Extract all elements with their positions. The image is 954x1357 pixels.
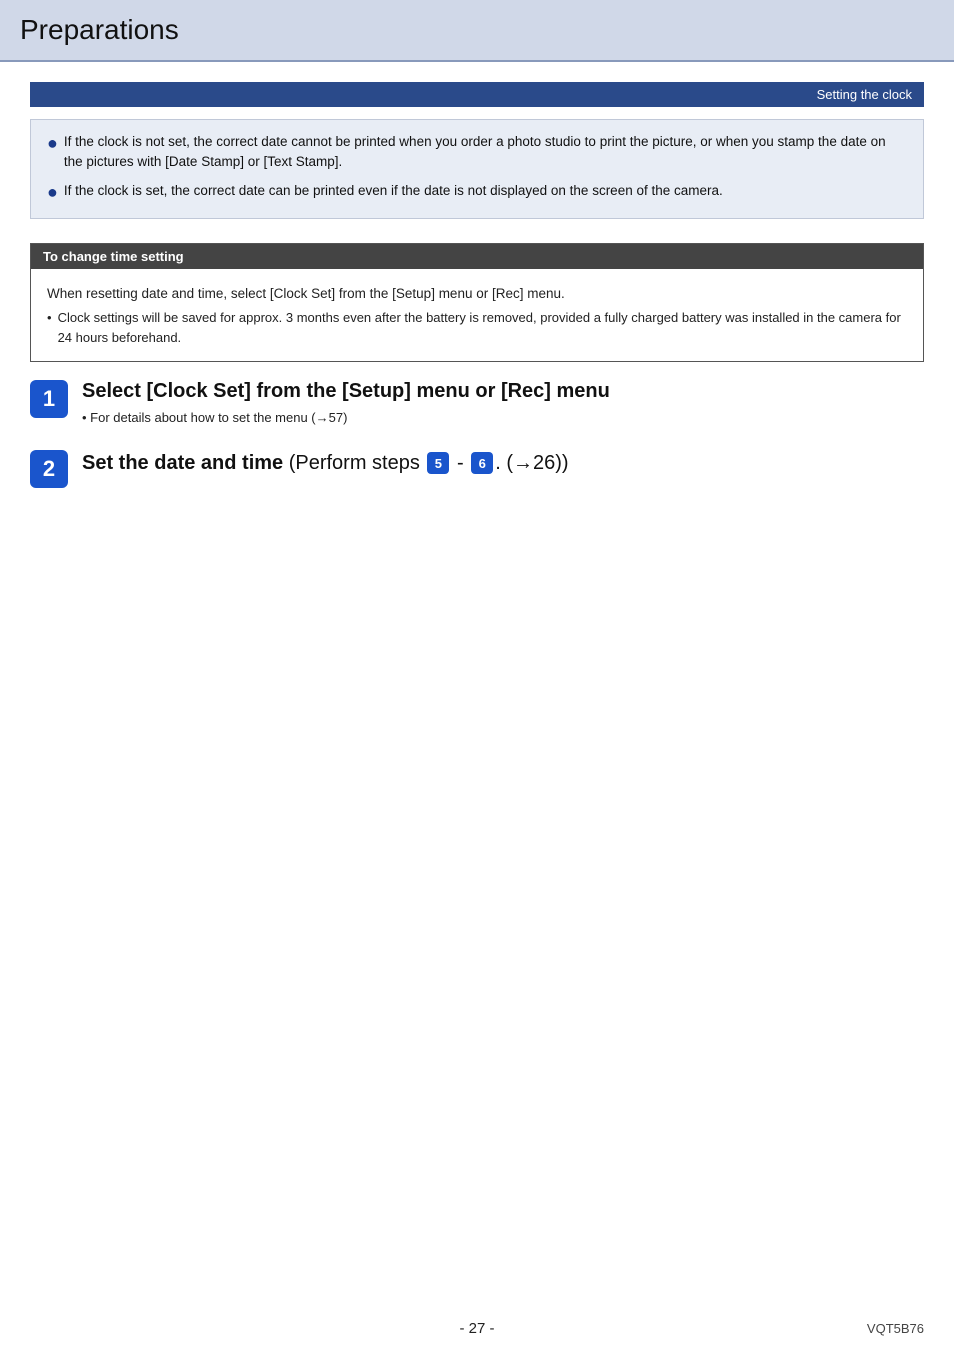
step-2-badge-1: 5 <box>427 452 449 474</box>
step-2-title-prefix: Set the date and time <box>82 452 283 474</box>
change-time-description: When resetting date and time, select [Cl… <box>47 283 907 305</box>
page-footer: - 27 - VQT5B76 <box>0 1320 954 1337</box>
note-text-1: If the clock is not set, the correct dat… <box>64 132 907 173</box>
change-time-box: To change time setting When resetting da… <box>30 243 924 363</box>
step-1-number: 1 <box>30 380 68 418</box>
sub-note-text: Clock settings will be saved for approx.… <box>58 308 907 347</box>
main-content: Setting the clock ● If the clock is not … <box>0 62 954 568</box>
section-label-text: Setting the clock <box>817 87 912 102</box>
page-header: Preparations <box>0 0 954 62</box>
step-1-sub: • For details about how to set the menu … <box>82 408 924 428</box>
step-1-container: 1 Select [Clock Set] from the [Setup] me… <box>30 378 924 428</box>
step-1-sub-text: • For details about how to set the menu … <box>82 410 347 425</box>
step-2-number: 2 <box>30 450 68 488</box>
sub-note-bullet: • <box>47 308 52 328</box>
step-2-between: - <box>451 452 469 474</box>
footer-page-number: - 27 - <box>30 1320 924 1337</box>
step-2-container: 2 Set the date and time (Perform steps 5… <box>30 448 924 488</box>
note-text-2: If the clock is set, the correct date ca… <box>64 181 723 201</box>
change-time-sub-note: • Clock settings will be saved for appro… <box>47 308 907 347</box>
step-1-content: Select [Clock Set] from the [Setup] menu… <box>82 378 924 428</box>
change-time-body: When resetting date and time, select [Cl… <box>31 269 923 362</box>
step-2-content: Set the date and time (Perform steps 5 -… <box>82 448 924 478</box>
step-2-title-end: . (→26)) <box>495 452 568 474</box>
step-2-title: Set the date and time (Perform steps 5 -… <box>82 448 924 478</box>
step-2-title-suffix: (Perform steps <box>283 452 425 474</box>
note-box: ● If the clock is not set, the correct d… <box>30 119 924 219</box>
section-label-bar: Setting the clock <box>30 82 924 107</box>
change-time-header-text: To change time setting <box>43 249 184 264</box>
note-item-1: ● If the clock is not set, the correct d… <box>47 132 907 173</box>
footer-model: VQT5B76 <box>867 1321 924 1336</box>
step-1-title: Select [Clock Set] from the [Setup] menu… <box>82 378 924 404</box>
note-bullet-1: ● <box>47 130 58 157</box>
note-item-2: ● If the clock is set, the correct date … <box>47 181 907 206</box>
note-bullet-2: ● <box>47 179 58 206</box>
step-2-badge-2: 6 <box>471 452 493 474</box>
change-time-header: To change time setting <box>31 244 923 269</box>
page-title: Preparations <box>20 14 179 45</box>
